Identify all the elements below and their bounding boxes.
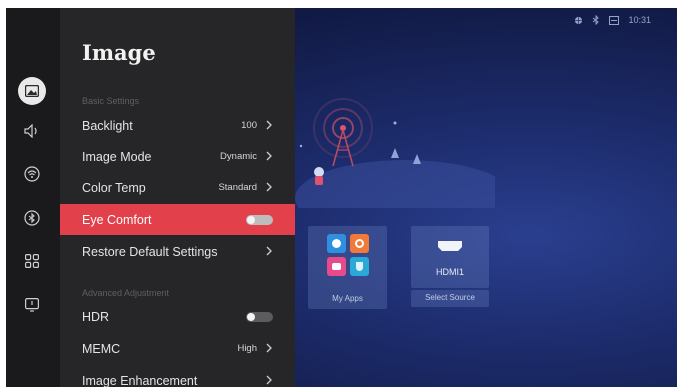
row-value: High <box>237 343 257 354</box>
row-hdr[interactable]: HDR <box>60 301 295 332</box>
my-apps-card[interactable]: My Apps <box>308 226 387 309</box>
panel-title: Image <box>82 40 156 65</box>
chevron-right-icon <box>266 151 272 161</box>
row-label: HDR <box>82 309 110 324</box>
sound-icon[interactable] <box>18 117 46 145</box>
icon-rail <box>6 8 60 387</box>
select-source-label: Select Source <box>425 293 475 302</box>
hdmi-title: HDMI1 <box>435 267 464 277</box>
row-label: Image Mode <box>82 149 152 164</box>
bluetooth-status-icon <box>593 15 600 25</box>
hdr-toggle[interactable] <box>246 311 273 322</box>
section-advanced-adjustment: Advanced Adjustment <box>82 288 170 298</box>
apps-grid-icon[interactable] <box>18 247 46 275</box>
clock: 10:31 <box>628 15 651 25</box>
app-tile-orange[interactable] <box>350 234 369 253</box>
app-tile-pink[interactable] <box>327 257 346 276</box>
toggle-knob <box>247 312 255 321</box>
chevron-right-icon <box>266 182 272 192</box>
eye-comfort-toggle[interactable] <box>246 214 273 225</box>
row-label: Eye Comfort <box>82 212 152 227</box>
app-tile-blue[interactable] <box>327 234 346 253</box>
row-image-mode[interactable]: Image Mode Dynamic <box>60 141 295 172</box>
app-tile-cyan[interactable] <box>350 257 369 276</box>
row-memc[interactable]: MEMC High <box>60 333 295 364</box>
row-label: Color Temp <box>82 180 146 195</box>
input-status-icon <box>609 15 620 25</box>
hdmi-card[interactable]: HDMI1 <box>411 226 489 288</box>
status-bar: 10:31 <box>574 15 651 25</box>
row-label: Restore Default Settings <box>82 244 218 259</box>
row-label: Backlight <box>82 118 133 133</box>
row-value: 100 <box>241 120 257 131</box>
row-backlight[interactable]: Backlight 100 <box>60 110 295 141</box>
chevron-right-icon <box>266 343 272 353</box>
row-label: MEMC <box>82 341 121 356</box>
tv-screen: 10:31 My Apps HDMI1 Select Source Image … <box>6 8 677 387</box>
broadcast-illustration <box>295 98 495 208</box>
my-apps-caption: My Apps <box>332 294 363 303</box>
row-color-temp[interactable]: Color Temp Standard <box>60 172 295 203</box>
row-image-enhancement[interactable]: Image Enhancement <box>60 365 295 387</box>
hdmi-icon <box>438 241 462 251</box>
network-icon[interactable] <box>18 160 46 188</box>
image-settings-panel: Image Basic Settings Backlight 100 Image… <box>60 8 295 387</box>
chevron-right-icon <box>266 246 272 256</box>
select-source-button[interactable]: Select Source <box>411 290 489 307</box>
chevron-right-icon <box>266 375 272 385</box>
row-label: Image Enhancement <box>82 373 198 388</box>
row-restore-default[interactable]: Restore Default Settings <box>60 236 295 267</box>
row-eye-comfort[interactable]: Eye Comfort <box>60 204 295 235</box>
row-value: Standard <box>218 182 257 193</box>
section-basic-settings: Basic Settings <box>82 96 140 106</box>
row-value: Dynamic <box>220 151 257 162</box>
chevron-right-icon <box>266 120 272 130</box>
image-icon[interactable] <box>18 77 46 105</box>
toggle-knob <box>247 215 255 224</box>
info-icon[interactable] <box>18 291 46 319</box>
globe-icon <box>575 16 583 24</box>
bluetooth-icon[interactable] <box>18 204 46 232</box>
